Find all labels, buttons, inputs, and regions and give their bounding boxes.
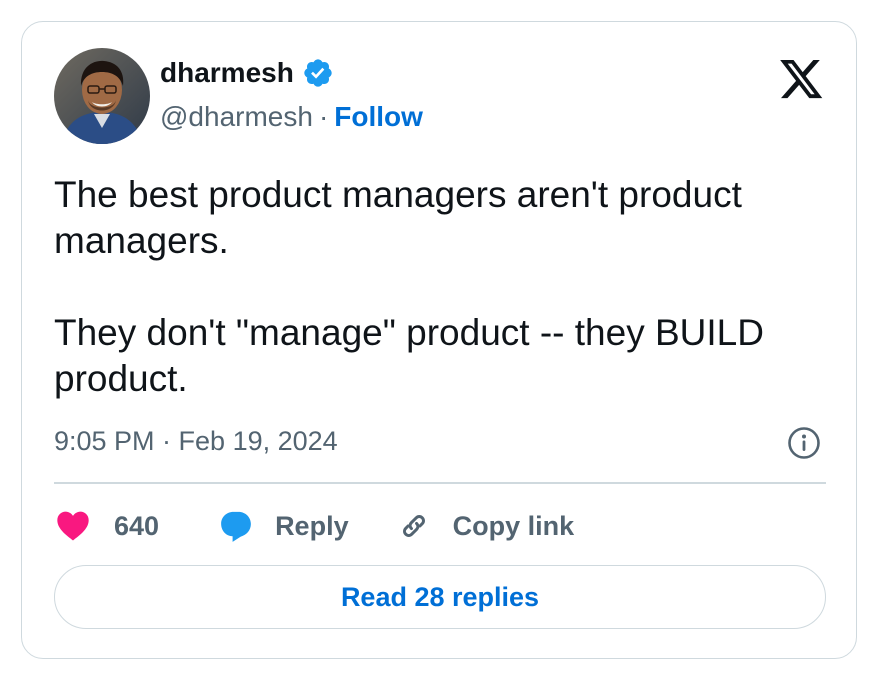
info-icon[interactable]	[787, 426, 821, 460]
like-count: 640	[114, 510, 160, 541]
reply-label: Reply	[275, 510, 349, 541]
author-handle-row: @dharmesh · Follow	[160, 100, 423, 134]
handle-separator: ·	[318, 101, 329, 132]
tweet-text: The best product managers aren't product…	[54, 174, 764, 399]
copy-link-button[interactable]: Copy link	[397, 509, 575, 543]
author-name-row: dharmesh	[160, 56, 334, 90]
action-bar: 640 Reply Copy link	[56, 504, 574, 548]
verified-badge-icon	[304, 59, 332, 87]
follow-button[interactable]: Follow	[334, 100, 423, 134]
tweet-timestamp[interactable]: 9:05 PM · Feb 19, 2024	[54, 424, 338, 458]
link-icon	[402, 515, 425, 537]
reply-bubble-icon	[221, 511, 251, 542]
copy-link-label: Copy link	[452, 510, 575, 541]
author-display-name[interactable]: dharmesh	[160, 56, 294, 90]
reply-button[interactable]: Reply	[219, 509, 349, 543]
author-handle[interactable]: @dharmesh	[160, 100, 313, 134]
like-button[interactable]: 640	[56, 511, 159, 542]
heart-icon	[57, 511, 89, 541]
x-logo-icon[interactable]	[780, 60, 824, 100]
tweet-card: dharmesh @dharmesh · Follow The best pro…	[21, 21, 857, 659]
read-replies-button[interactable]: Read 28 replies	[54, 565, 826, 629]
avatar-image	[54, 48, 150, 144]
avatar[interactable]	[54, 48, 150, 144]
divider	[54, 482, 826, 484]
